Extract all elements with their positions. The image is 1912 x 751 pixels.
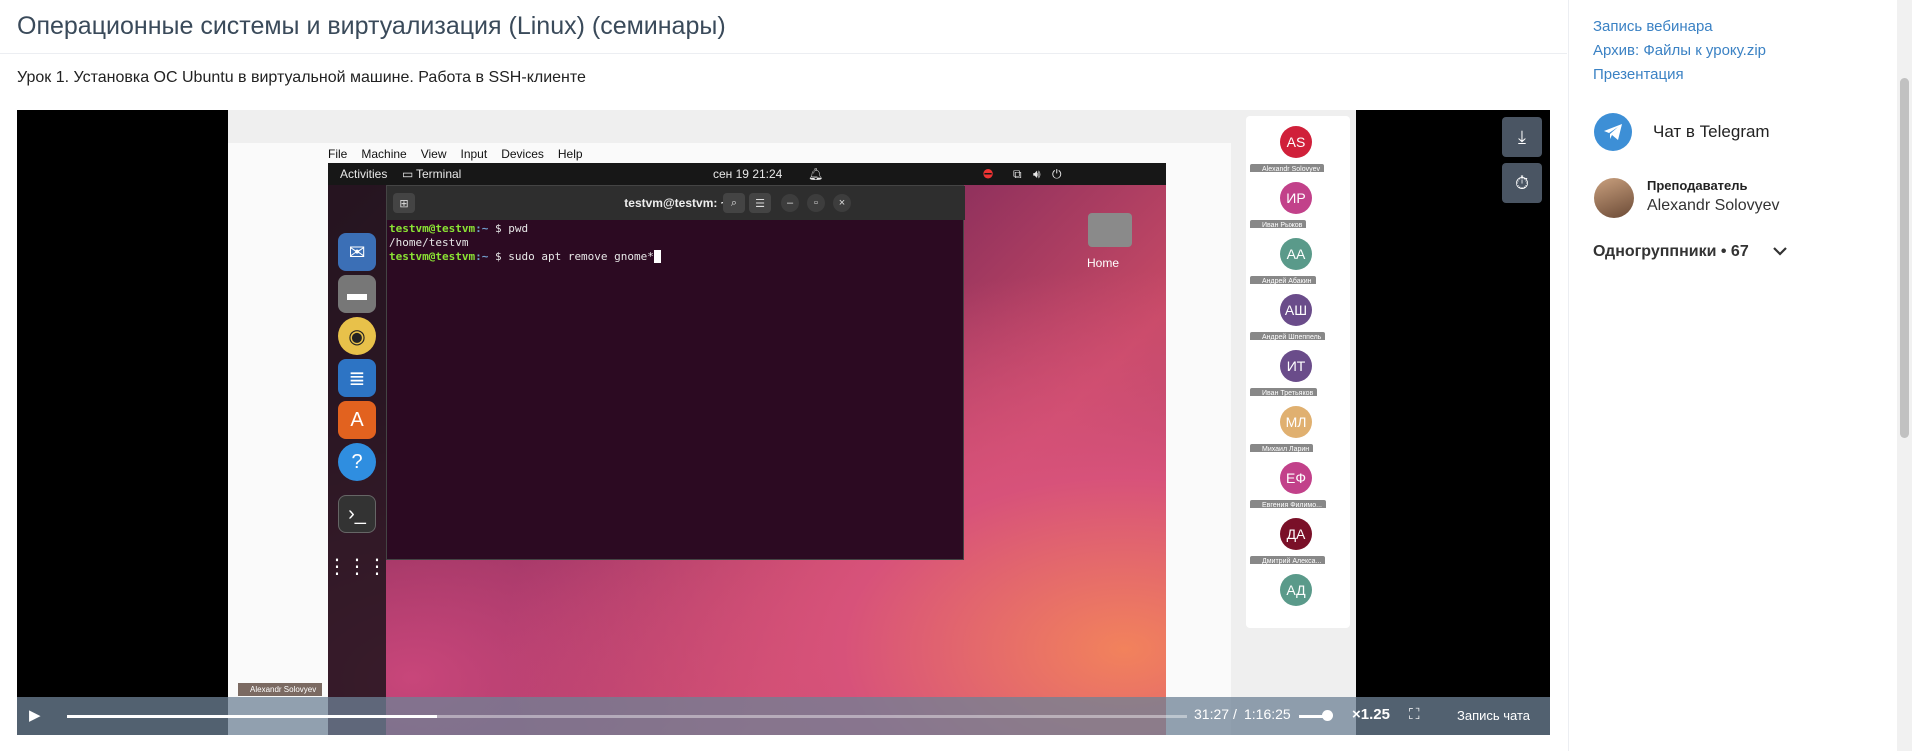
time-separator: / [1233, 706, 1237, 722]
download-button[interactable]: ⤓ [1502, 117, 1542, 157]
timer-button[interactable]: ⏱ [1502, 163, 1542, 203]
ubuntu-dock: ✉ ▬ ◉ ≣ A ? ›_ ⋮⋮⋮ [328, 185, 387, 735]
progress-bar[interactable] [67, 715, 1187, 718]
home-folder-label: Home [1087, 256, 1120, 270]
network-icon: ⧉ [1013, 167, 1022, 181]
webinar-record-link[interactable]: Запись вебинара [1593, 18, 1713, 35]
vbox-menu-devices: Devices [501, 147, 544, 161]
command-output: /home/testvm [389, 236, 469, 249]
vbox-menu-file: File [328, 147, 348, 161]
shared-screen: File Machine View Input Devices Help Act… [228, 110, 1356, 735]
course-title: Операционные системы и виртуализация (Li… [17, 12, 726, 40]
minimize-icon: – [781, 194, 799, 212]
participant-tile: АШ Андрей Шпеппель [1246, 284, 1350, 348]
page-scrollbar[interactable] [1897, 0, 1912, 751]
menu-icon: ☰ [749, 193, 771, 213]
participant-avatar: ЕФ [1280, 462, 1312, 494]
participant-avatar: АА [1280, 238, 1312, 270]
teacher-avatar [1594, 178, 1634, 218]
player-controls: ▶ 31:27 / 1:16:25 ×1.25 ⛶ Запись чата [17, 697, 1550, 735]
presentation-link[interactable]: Презентация [1593, 66, 1684, 83]
participant-avatar: ИТ [1280, 350, 1312, 382]
participant-avatar: АД [1280, 574, 1312, 606]
app-grid-icon: ⋮⋮⋮ [328, 555, 387, 578]
lesson-title: Урок 1. Установка ОС Ubuntu в виртуально… [17, 69, 586, 86]
bell-icon: 🔔︎ [808, 167, 824, 181]
participant-avatar: ДА [1280, 518, 1312, 550]
prompt-user: testvm@testvm [389, 250, 476, 263]
participant-tile: ЕФ Евгения Филимо... [1246, 452, 1350, 516]
participant-tile: АД [1246, 564, 1350, 628]
activities-label: Activities [340, 167, 388, 181]
teacher-name: Alexandr Solovyev [1647, 197, 1780, 214]
chat-record-button[interactable]: Запись чата [1457, 708, 1530, 723]
vbox-menu-help: Help [557, 147, 583, 161]
gnome-topbar: Activities ▭ Terminal сен 19 21:24 🔔︎ ⛔︎… [328, 163, 1166, 185]
teacher-role: Преподаватель [1647, 178, 1748, 193]
clock: сен 19 21:24 [713, 167, 783, 181]
terminal-header: ⊞ testvm@testvm: ~ ⌕ ☰ – ▫ × [387, 186, 965, 220]
app-center-icon: A [338, 401, 376, 439]
maximize-icon: ▫ [807, 194, 825, 212]
vbox-menu-input: Input [460, 147, 488, 161]
participant-avatar: ИР [1280, 182, 1312, 214]
main-content: Операционные системы и виртуализация (Li… [0, 0, 1567, 751]
ubuntu-desktop: Activities ▭ Terminal сен 19 21:24 🔔︎ ⛔︎… [328, 163, 1166, 735]
close-icon: × [833, 194, 851, 212]
time-current: 31:27 [1194, 706, 1230, 722]
search-icon: ⌕ [723, 193, 745, 213]
help-icon: ? [338, 443, 376, 481]
home-folder-icon [1088, 213, 1132, 247]
prompt-user: testvm@testvm [389, 222, 476, 235]
participant-tile: ИР Иван Рыжов [1246, 172, 1350, 236]
speed-button[interactable]: ×1.25 [1352, 706, 1390, 723]
time-total: 1:16:25 [1244, 706, 1291, 722]
chevron-down-icon[interactable] [1773, 243, 1787, 261]
participant-avatar: AS [1280, 126, 1312, 158]
video-player[interactable]: File Machine View Input Devices Help Act… [17, 110, 1550, 735]
telegram-chat-link[interactable]: Чат в Telegram [1653, 122, 1770, 142]
power-icon: ⏻ [1052, 167, 1062, 181]
files-archive-link[interactable]: Архив: Файлы к уроку.zip [1593, 42, 1766, 59]
terminal-window: ⊞ testvm@testvm: ~ ⌕ ☰ – ▫ × testvm@test… [386, 185, 965, 560]
rhythmbox-icon: ◉ [338, 317, 376, 355]
participant-avatar: МЛ [1280, 406, 1312, 438]
terminal-app-icon: ▭ [402, 167, 414, 181]
terminal-dock-icon: ›_ [338, 495, 376, 533]
vbox-menu-machine: Machine [361, 147, 407, 161]
volume-knob[interactable] [1322, 710, 1333, 721]
record-icon: ⛔︎ [983, 167, 994, 181]
command-text: $ pwd [494, 222, 529, 235]
command-text: $ sudo apt remove gnome* [494, 250, 654, 263]
vbox-menu-bar: File Machine View Input Devices Help [318, 144, 1158, 164]
prompt-path: :~ [475, 250, 489, 263]
participant-tile: ИТ Иван Третьяков [1246, 340, 1350, 404]
thunderbird-icon: ✉ [338, 233, 376, 271]
participant-tile: AS Alexandr Solovyev [1246, 116, 1350, 180]
divider [0, 53, 1567, 54]
prompt-path: :~ [475, 222, 489, 235]
participant-tile: ДА Дмитрий Алекса... [1246, 508, 1350, 572]
progress-fill [67, 715, 437, 718]
participant-avatar: АШ [1280, 294, 1312, 326]
vbox-menu-view: View [420, 147, 447, 161]
telegram-icon[interactable] [1594, 113, 1632, 151]
right-sidebar: Запись вебинара Архив: Файлы к уроку.zip… [1568, 0, 1897, 751]
terminal-output: testvm@testvm:~ $ pwd/home/testvm testvm@… [389, 222, 661, 264]
writer-icon: ≣ [338, 359, 376, 397]
presenter-tag: Alexandr Solovyev [238, 683, 323, 696]
app-name: Terminal [416, 167, 462, 181]
cursor [653, 250, 661, 263]
participant-tile: АА Андрей Абакин [1246, 228, 1350, 292]
volume-icon: 🔊︎ [1033, 167, 1041, 181]
files-icon: ▬ [338, 275, 376, 313]
participant-tile: МЛ Михаил Ларин [1246, 396, 1350, 460]
scroll-thumb[interactable] [1900, 78, 1909, 438]
fullscreen-icon[interactable]: ⛶ [1409, 706, 1420, 723]
groupmates-toggle[interactable]: Одногруппники • 67 [1593, 243, 1749, 261]
play-icon[interactable]: ▶ [29, 706, 41, 724]
terminal-title: testvm@testvm: ~ [624, 196, 728, 210]
